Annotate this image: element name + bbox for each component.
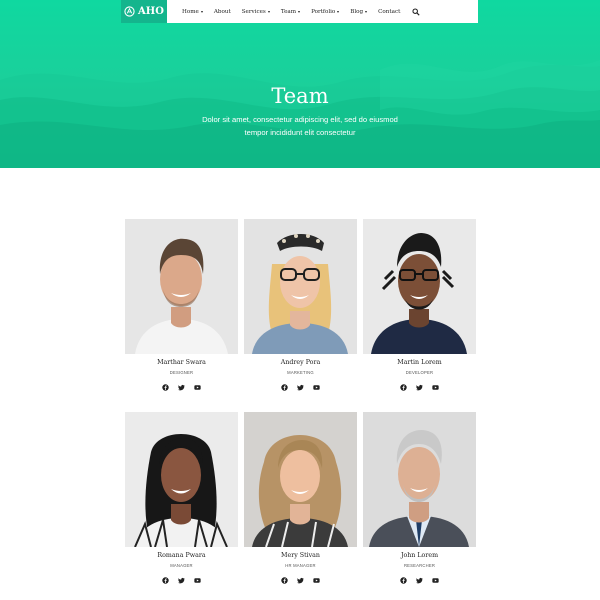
facebook-icon[interactable] bbox=[281, 577, 288, 584]
social-links bbox=[244, 384, 357, 391]
team-member-role: MANAGER bbox=[170, 563, 193, 568]
youtube-icon[interactable] bbox=[313, 577, 320, 584]
nav-item-contact[interactable]: Contact bbox=[378, 9, 400, 15]
hero-subtitle-line-1: Dolor sit amet, consectetur adipiscing e… bbox=[202, 115, 398, 124]
chevron-down-icon bbox=[267, 10, 270, 13]
team-member-role: RESEARCHER bbox=[403, 563, 436, 568]
logo-icon bbox=[124, 6, 135, 17]
team-member-name: Mery Stivan bbox=[281, 552, 320, 559]
chevron-down-icon bbox=[365, 10, 368, 13]
team-member-name: Marthar Swara bbox=[157, 359, 206, 366]
nav-label: Blog bbox=[350, 8, 364, 15]
youtube-icon[interactable] bbox=[432, 577, 439, 584]
twitter-icon[interactable] bbox=[178, 384, 185, 391]
twitter-icon[interactable] bbox=[297, 384, 304, 391]
team-member-name: Romana Pwara bbox=[157, 552, 206, 559]
page-title: Team bbox=[271, 84, 329, 108]
team-member-photo bbox=[244, 412, 357, 547]
nav-item-team[interactable]: Team bbox=[280, 8, 301, 15]
nav-item-home[interactable]: Home bbox=[182, 9, 203, 15]
chevron-down-icon bbox=[298, 10, 301, 13]
social-links bbox=[125, 577, 238, 584]
team-member-role: MARKETING bbox=[287, 370, 314, 375]
social-links bbox=[244, 577, 357, 584]
youtube-icon[interactable] bbox=[194, 384, 201, 391]
brand-name: AHO bbox=[138, 6, 164, 17]
team-member-photo bbox=[125, 412, 238, 547]
team-member-card[interactable]: Mery Stivan HR MANAGER bbox=[244, 412, 357, 584]
team-member-name: Andrey Pora bbox=[280, 359, 321, 366]
chevron-down-icon bbox=[200, 10, 203, 13]
team-member-role: DEVELOPER bbox=[405, 370, 434, 375]
youtube-icon[interactable] bbox=[432, 384, 439, 391]
twitter-icon[interactable] bbox=[416, 577, 423, 584]
chevron-down-icon bbox=[337, 10, 340, 13]
nav-label: About bbox=[213, 8, 231, 15]
nav-item-blog[interactable]: Blog bbox=[350, 8, 368, 15]
social-links bbox=[125, 384, 238, 391]
brand-logo[interactable]: AHO bbox=[121, 0, 167, 23]
team-member-card[interactable]: Romana Pwara MANAGER bbox=[125, 412, 238, 584]
nav-label: Contact bbox=[378, 8, 401, 15]
nav-item-portfolio[interactable]: Portfolio bbox=[311, 8, 340, 15]
team-member-card[interactable]: John Lorem RESEARCHER bbox=[363, 412, 476, 584]
facebook-icon[interactable] bbox=[400, 384, 407, 391]
search-icon[interactable] bbox=[412, 7, 420, 16]
main-menu: Home About Services Team Portfolio Blog … bbox=[182, 0, 420, 23]
team-member-card[interactable]: Marthar Swara DESIGNER bbox=[125, 219, 238, 391]
team-member-photo bbox=[125, 219, 238, 354]
hero-subtitle-line-2: tempor incididunt elit consectetur bbox=[244, 127, 356, 137]
social-links bbox=[363, 384, 476, 391]
facebook-icon[interactable] bbox=[281, 384, 288, 391]
nav-label: Home bbox=[182, 8, 199, 15]
hero-banner: AHO Home About Services Team Portfolio B… bbox=[0, 0, 600, 168]
facebook-icon[interactable] bbox=[162, 577, 169, 584]
facebook-icon[interactable] bbox=[162, 384, 169, 391]
hero-subtitle: Dolor sit amet, consectetur adipiscing e… bbox=[0, 114, 600, 139]
twitter-icon[interactable] bbox=[416, 384, 423, 391]
nav-label: Services bbox=[241, 8, 266, 15]
nav-item-about[interactable]: About bbox=[214, 9, 231, 15]
team-member-name: John Lorem bbox=[400, 552, 439, 559]
nav-item-services[interactable]: Services bbox=[242, 9, 270, 15]
team-member-photo bbox=[244, 219, 357, 354]
nav-label: Team bbox=[280, 8, 297, 15]
top-navbar: AHO Home About Services Team Portfolio B… bbox=[121, 0, 478, 23]
facebook-icon[interactable] bbox=[400, 577, 407, 584]
twitter-icon[interactable] bbox=[178, 577, 185, 584]
team-member-card[interactable]: Andrey Pora MARKETING bbox=[244, 219, 357, 391]
team-member-card[interactable]: Martin Lorem DEVELOPER bbox=[363, 219, 476, 391]
team-member-role: DESIGNER bbox=[169, 370, 194, 375]
twitter-icon[interactable] bbox=[297, 577, 304, 584]
youtube-icon[interactable] bbox=[313, 384, 320, 391]
team-member-role: HR MANAGER bbox=[285, 563, 316, 568]
nav-label: Portfolio bbox=[311, 8, 336, 15]
social-links bbox=[363, 577, 476, 584]
team-member-name: Martin Lorem bbox=[397, 359, 442, 366]
youtube-icon[interactable] bbox=[194, 577, 201, 584]
team-member-photo bbox=[363, 412, 476, 547]
team-member-photo bbox=[363, 219, 476, 354]
